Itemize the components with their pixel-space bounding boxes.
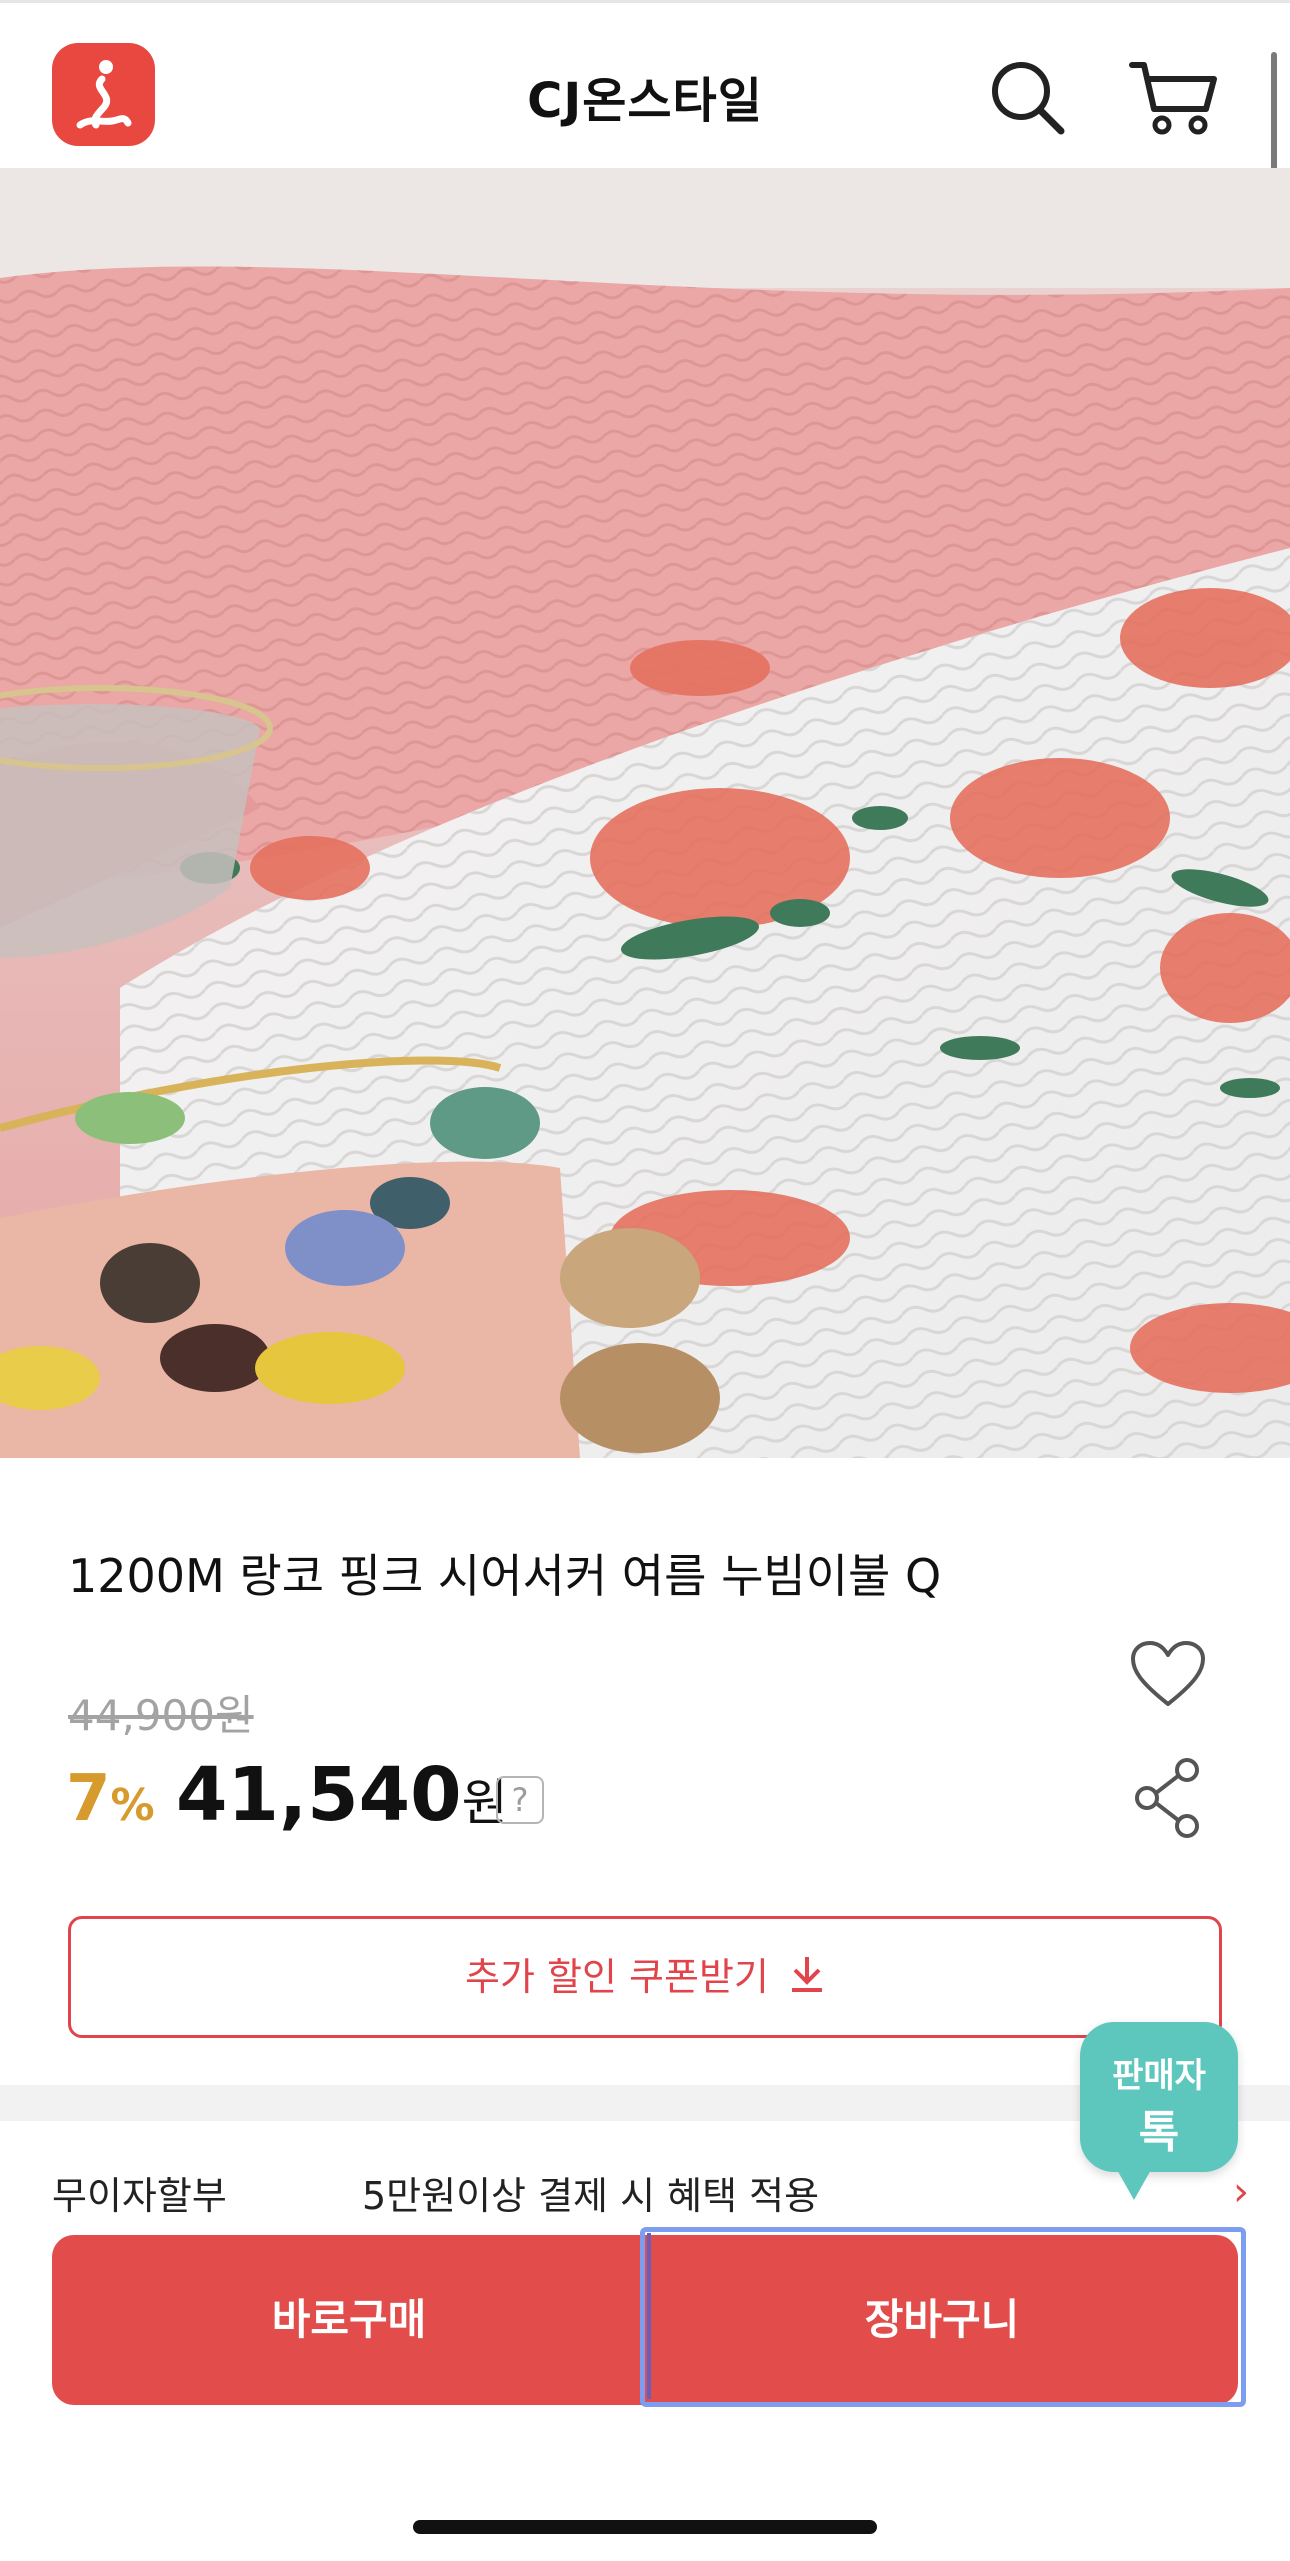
share-icon[interactable] (1132, 1756, 1204, 1840)
seller-talk-line1: 판매자 (1112, 2056, 1206, 2096)
purchase-actions: 바로구매 장바구니 (52, 2235, 1238, 2405)
original-price: 44,900원 (68, 1691, 254, 1740)
price-help-icon[interactable]: ? (496, 1776, 544, 1824)
sale-price-amount: 41,540 (176, 1752, 462, 1838)
seller-talk-line2: 톡 (1138, 2107, 1180, 2158)
product-image[interactable] (0, 168, 1290, 1458)
cart-icon[interactable] (1128, 55, 1220, 139)
seller-talk-button[interactable]: 판매자 톡 (1080, 2022, 1238, 2200)
sale-price: 41,540원 (176, 1752, 508, 1838)
home-indicator[interactable] (413, 2520, 877, 2534)
page-title: CJ온스타일 (527, 73, 763, 129)
focus-highlight-edge (647, 2233, 651, 2399)
speech-bubble-tail-icon (1116, 2168, 1152, 2200)
download-icon (789, 1922, 825, 2038)
search-icon[interactable] (985, 55, 1069, 139)
chevron-right-icon: › (1233, 2169, 1249, 2215)
benefit-text: 5만원이상 결제 시 혜택 적용 (362, 2174, 820, 2218)
bottom-action-bar: 바로구매 장바구니 (0, 2227, 1290, 2561)
top-header: CJ온스타일 (0, 0, 1290, 168)
product-detail-page: CJ온스타일 1200M 랑코 핑크 시어서커 여름 누빔이불 Q 44,900… (0, 0, 1290, 2561)
benefit-label: 무이자할부 (52, 2174, 227, 2218)
discount-rate: 7% (66, 1762, 155, 1836)
product-title: 1200M 랑코 핑크 시어서커 여름 누빔이불 Q (68, 1549, 942, 1603)
heart-icon[interactable] (1130, 1640, 1206, 1710)
discount-number: 7 (66, 1762, 111, 1836)
add-to-cart-button[interactable]: 장바구니 (646, 2235, 1238, 2405)
buy-now-button[interactable]: 바로구매 (52, 2235, 646, 2405)
coupon-download-button[interactable]: 추가 할인 쿠폰받기 (68, 1916, 1222, 2038)
discount-unit: % (110, 1780, 155, 1831)
coupon-label: 추가 할인 쿠폰받기 (465, 1955, 769, 1999)
